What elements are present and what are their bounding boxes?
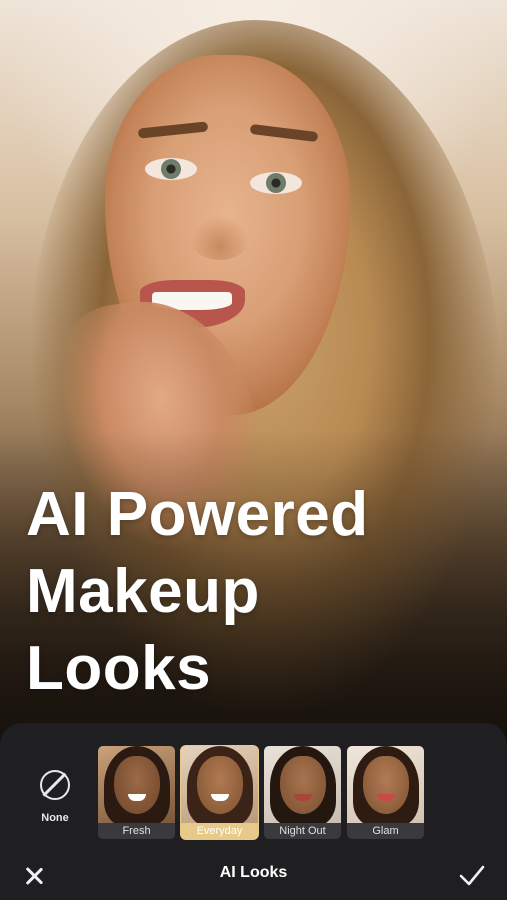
look-item-night-out[interactable]: Night Out [264,746,341,839]
look-thumbnail [98,746,175,826]
prohibited-icon [40,770,70,800]
headline-line-3: Looks [26,634,212,703]
bottom-bar: AI Looks [0,850,507,900]
bar-title: AI Looks [219,864,288,881]
look-none-button[interactable]: None [22,770,88,834]
look-label: Everyday [181,823,258,839]
look-thumbnail [347,746,424,826]
look-item-glam[interactable]: Glam [347,746,424,839]
nose [190,215,250,260]
look-item-fresh[interactable]: Fresh [98,746,175,839]
look-item-everyday[interactable]: Everyday [180,745,259,840]
headline: AI Powered Makeup Looks [26,476,486,707]
headline-line-2: Makeup [26,557,260,626]
look-label: Night Out [264,823,341,839]
look-label: Glam [347,823,424,839]
look-label: Fresh [98,823,175,839]
look-none-label: None [41,812,69,824]
right-eye [250,172,302,194]
checkmark-icon[interactable] [458,862,486,888]
look-thumbnail [264,746,341,826]
look-thumbnail [181,746,258,826]
left-eye [145,158,197,180]
headline-line-1: AI Powered [26,480,369,549]
looks-list: Fresh Everyday Night Out Glam [98,745,424,840]
